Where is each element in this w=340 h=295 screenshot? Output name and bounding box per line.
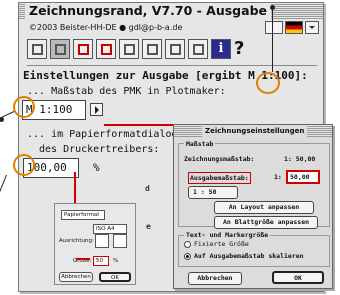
- paper-format-popup[interactable]: Papierformat: [61, 210, 105, 220]
- background-window-text: d: [145, 184, 150, 193]
- text-group-label: Text- und Markergröße: [184, 231, 271, 239]
- drawing-scale-value: 1: 50,00: [284, 155, 316, 163]
- highlight-circle: [256, 72, 280, 94]
- pointer-line: [272, 8, 273, 72]
- scale-group-label: Maßstab: [184, 140, 216, 148]
- title-icons: [265, 21, 319, 34]
- pointer-dot: [0, 117, 4, 122]
- radio-scale[interactable]: [184, 253, 191, 260]
- language-menu-icon[interactable]: [305, 21, 319, 34]
- copyright-text: ©2003 Beister-HH-DE ● gdl@p-b-a.de: [29, 23, 183, 32]
- help-icon[interactable]: ?: [234, 39, 248, 59]
- connector-line: [104, 124, 184, 126]
- driver-label: des Druckertreibers:: [39, 144, 160, 155]
- scale-popup[interactable]: 1 : 50: [188, 186, 238, 199]
- landscape-icon[interactable]: [113, 234, 127, 248]
- panel-title: Zeichnungseinstellungen: [202, 125, 308, 137]
- pointer-dot: [270, 5, 275, 10]
- output-scale-prefix: 1:: [274, 173, 282, 181]
- ruler-icon[interactable]: [165, 39, 185, 59]
- size-unit: %: [113, 258, 119, 264]
- radio-scale-label: Auf Ausgabemaßstab skalieren: [194, 252, 304, 260]
- adjust-sheet-button[interactable]: An Blattgröße anpassen: [214, 216, 318, 229]
- ok-button[interactable]: OK: [272, 271, 324, 284]
- cancel-button[interactable]: Abbrechen: [188, 272, 242, 285]
- stripe-icon[interactable]: [142, 39, 162, 59]
- pointer-line: [0, 174, 7, 264]
- highlight-circle: [13, 154, 35, 176]
- pen-icon[interactable]: [119, 39, 139, 59]
- title-bar[interactable]: Zeichnungsrand, V7.70 - Ausgabe: [19, 3, 323, 19]
- adjust-layout-button[interactable]: An Layout anpassen: [214, 201, 314, 214]
- orientation-label: Ausrichtung:: [59, 238, 94, 244]
- window-icon[interactable]: [265, 21, 283, 34]
- book-icon[interactable]: [188, 39, 208, 59]
- border-red-icon[interactable]: [96, 39, 116, 59]
- separator: [27, 65, 317, 66]
- language-flag-icon[interactable]: [285, 21, 303, 34]
- border-icon[interactable]: [73, 39, 93, 59]
- scale-arrow-button[interactable]: [90, 103, 103, 116]
- frame-icon[interactable]: [27, 39, 47, 59]
- toolbar: i ?: [27, 39, 248, 59]
- printer-icon[interactable]: [50, 39, 70, 59]
- highlight-circle: [13, 96, 35, 118]
- scale-label: ... Maßstab des PMK in Plotmaker:: [27, 86, 226, 97]
- page-dialog-label: ... im Papierformatdialog: [27, 129, 178, 140]
- output-scale-field[interactable]: 50,00: [286, 170, 320, 184]
- panel-title-bar[interactable]: Zeichnungseinstellungen: [174, 125, 332, 137]
- output-scale-label: Ausgabemaßstab:: [188, 172, 251, 184]
- background-window-text: e: [146, 222, 151, 231]
- info-icon[interactable]: i: [211, 39, 231, 59]
- radio-fixed-label: Fixierte Größe: [194, 240, 249, 248]
- percent-unit: %: [93, 161, 100, 174]
- cancel-button[interactable]: Abbrechen: [59, 272, 93, 282]
- window-title: Zeichnungsrand, V7.70 - Ausgabe: [25, 3, 271, 19]
- drawing-scale-label: Zeichnungsmaßstab:: [184, 155, 255, 163]
- portrait-icon[interactable]: [95, 234, 109, 248]
- ok-button[interactable]: OK: [99, 272, 131, 282]
- connector-line: [76, 258, 90, 260]
- radio-fixed[interactable]: [184, 241, 191, 248]
- size-field[interactable]: 50: [93, 256, 109, 266]
- drawing-settings-panel: Zeichnungseinstellungen Maßstab Zeichnun…: [173, 124, 333, 289]
- paper-size-popup[interactable]: ISO A4: [93, 224, 127, 234]
- page-setup-panel: Papierformat ISO A4 Ausrichtung: Größe: …: [54, 203, 136, 285]
